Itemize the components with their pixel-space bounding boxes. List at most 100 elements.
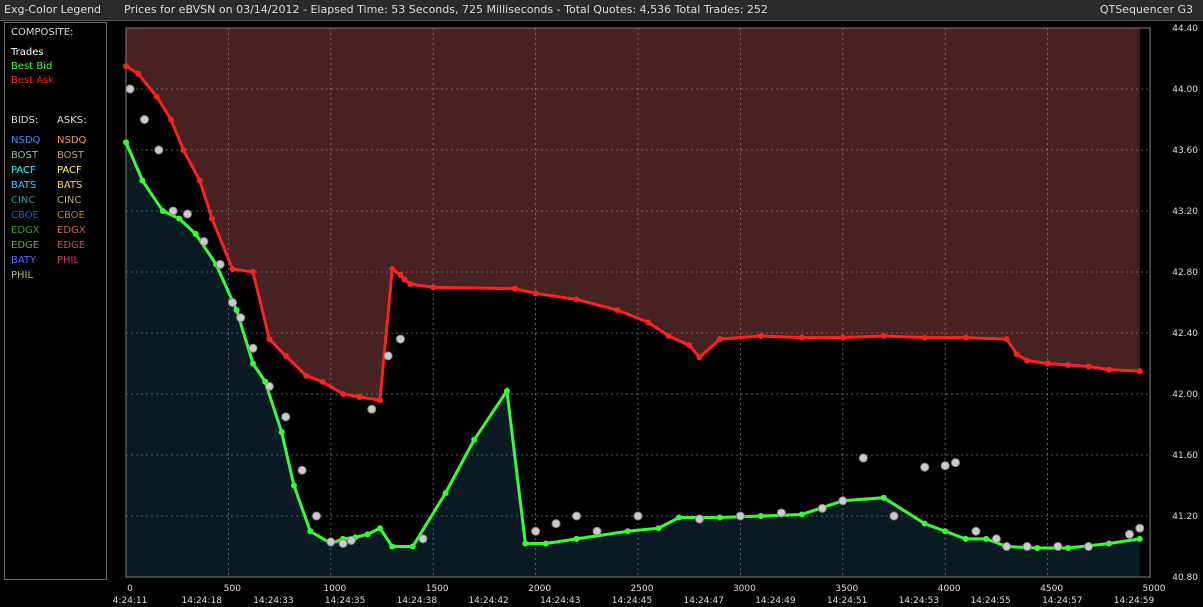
point-trades-11 [281, 412, 291, 422]
point-trades-14 [326, 537, 336, 547]
point-best-ask-31 [798, 334, 805, 341]
point-trades-17 [367, 404, 377, 414]
point-trades-12 [297, 465, 307, 475]
time-tick-label-9: 14:24:49 [755, 596, 796, 606]
point-best-ask-21 [512, 285, 519, 292]
point-best-ask-36 [1003, 336, 1010, 343]
point-best-ask-14 [356, 394, 363, 401]
point-trades-29 [817, 503, 827, 513]
point-best-ask-17 [397, 272, 404, 279]
point-best-ask-38 [1024, 357, 1031, 364]
point-trades-18 [383, 351, 393, 361]
x-tick-label-1: 500 [224, 584, 241, 594]
point-best-bid-17 [389, 543, 396, 550]
point-best-ask-40 [1065, 362, 1072, 369]
point-best-ask-12 [319, 378, 326, 385]
point-trades-33 [920, 462, 930, 472]
x-tick-label-6: 3000 [733, 584, 756, 594]
point-best-ask-5 [196, 177, 203, 184]
time-tick-label-3: 14:24:35 [325, 596, 365, 606]
point-best-bid-39 [1065, 545, 1072, 552]
point-best-bid-38 [1034, 545, 1041, 552]
point-trades-13 [311, 511, 321, 521]
point-best-ask-15 [376, 397, 383, 404]
point-best-bid-6 [233, 307, 240, 314]
point-best-ask-26 [665, 333, 672, 340]
point-trades-43 [1135, 523, 1145, 533]
point-best-ask-35 [962, 334, 969, 341]
point-best-bid-32 [880, 494, 887, 501]
point-best-bid-27 [675, 514, 682, 521]
point-best-ask-23 [573, 296, 580, 303]
point-trades-5 [199, 237, 209, 246]
point-best-ask-11 [303, 372, 310, 379]
point-trades-26 [694, 514, 704, 524]
point-trades-28 [776, 508, 786, 518]
time-tick-label-2: 14:24:33 [253, 596, 293, 606]
point-trades-6 [215, 259, 225, 269]
point-trades-9 [248, 343, 258, 353]
point-trades-31 [858, 453, 868, 463]
point-best-ask-24 [614, 307, 621, 314]
point-trades-2 [154, 145, 164, 155]
point-best-ask-20 [430, 284, 437, 291]
x-tick-label-4: 2000 [528, 584, 551, 594]
point-best-ask-27 [686, 342, 693, 349]
point-trades-16 [346, 535, 356, 545]
time-tick-label-10: 14:24:51 [827, 596, 867, 606]
point-trades-15 [338, 538, 348, 548]
y-tick-label-8: 41.20 [1172, 512, 1198, 522]
point-trades-35 [950, 458, 960, 468]
time-tick-label-4: 14:24:38 [397, 596, 438, 606]
point-best-bid-15 [364, 531, 371, 538]
point-best-bid-3 [176, 215, 183, 222]
point-best-bid-21 [503, 387, 510, 394]
point-best-bid-10 [290, 482, 297, 489]
point-trades-3 [168, 206, 178, 216]
point-trades-27 [735, 511, 745, 521]
point-best-ask-25 [645, 319, 652, 326]
point-trades-24 [592, 526, 602, 536]
point-trades-37 [991, 534, 1001, 544]
time-tick-label-1: 14:24:18 [182, 596, 223, 606]
time-tick-label-11: 14:24:53 [899, 596, 939, 606]
point-best-ask-19 [407, 281, 414, 288]
point-trades-42 [1125, 529, 1135, 539]
x-tick-label-8: 4000 [938, 584, 961, 594]
point-best-ask-33 [880, 333, 887, 340]
time-tick-label-14: 14:24:59 [1114, 596, 1155, 606]
point-trades-30 [838, 496, 848, 506]
time-tick-label-7: 14:24:45 [612, 596, 652, 606]
point-best-ask-41 [1085, 363, 1092, 370]
point-best-ask-18 [401, 276, 408, 283]
point-best-ask-29 [716, 336, 723, 343]
point-best-ask-22 [532, 290, 539, 297]
point-best-bid-2 [159, 208, 166, 214]
y-tick-label-1: 44.00 [1172, 85, 1198, 95]
point-trades-38 [1002, 542, 1012, 551]
point-best-ask-1 [135, 70, 142, 77]
point-trades-0 [125, 84, 135, 94]
y-tick-label-3: 43.20 [1172, 207, 1198, 217]
point-best-ask-9 [266, 336, 273, 343]
y-tick-label-0: 44.40 [1172, 24, 1198, 34]
point-best-ask-4 [180, 147, 187, 153]
point-trades-23 [572, 511, 582, 521]
point-best-ask-2 [153, 93, 160, 100]
point-best-bid-4 [192, 230, 199, 237]
point-best-bid-11 [307, 528, 314, 535]
point-trades-20 [418, 534, 428, 544]
x-tick-label-10: 5000 [1143, 584, 1166, 594]
x-tick-label-5: 2500 [631, 584, 654, 594]
point-best-bid-16 [376, 525, 383, 532]
point-best-bid-23 [542, 540, 549, 547]
x-tick-label-9: 4500 [1040, 584, 1063, 594]
point-best-bid-26 [655, 525, 662, 532]
y-tick-label-5: 42.40 [1172, 329, 1198, 339]
point-best-bid-9 [278, 429, 285, 436]
point-best-bid-34 [942, 528, 949, 535]
point-best-bid-36 [983, 535, 990, 542]
point-best-bid-0 [123, 139, 129, 146]
point-best-ask-6 [209, 215, 216, 222]
x-tick-label-3: 1500 [426, 584, 449, 594]
